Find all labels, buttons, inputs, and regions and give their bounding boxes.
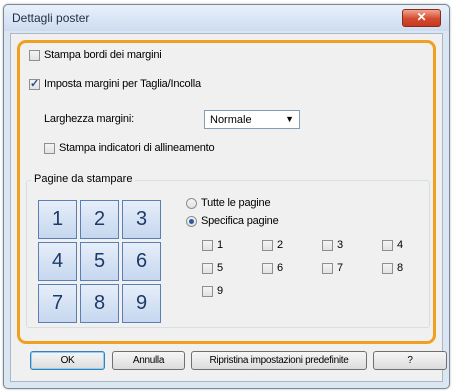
page-checkbox[interactable]	[262, 262, 273, 274]
page-checkbox-2[interactable]: 2	[262, 239, 283, 251]
margin-width-row: Larghezza margini:	[44, 113, 134, 125]
page-cell: 4	[38, 242, 77, 281]
page-checkbox-label: 5	[217, 262, 223, 274]
ok-button[interactable]: OK	[30, 351, 105, 370]
page-checkbox[interactable]	[382, 262, 393, 274]
page-cell: 1	[38, 200, 77, 239]
page-checkbox-6[interactable]: 6	[262, 262, 283, 274]
dialog-body: Stampa bordi dei margini Imposta margini…	[10, 33, 447, 382]
page-checkbox[interactable]	[262, 239, 273, 251]
page-checkbox[interactable]	[382, 239, 393, 251]
set-margins-checkbox[interactable]	[29, 77, 40, 90]
page-checkbox[interactable]	[202, 239, 213, 251]
page-checkbox-label: 7	[337, 262, 343, 274]
title-bar: Dettagli poster ✕	[4, 5, 449, 31]
page-cell: 8	[80, 284, 119, 323]
radio-specific-pages-label: Specifica pagine	[201, 215, 279, 227]
page-checkbox-label: 6	[277, 262, 283, 274]
page-checkbox-label: 3	[337, 239, 343, 251]
chevron-down-icon: ▼	[285, 114, 294, 124]
page-checkbox[interactable]	[322, 262, 333, 274]
alignment-label: Stampa indicatori di allineamento	[59, 142, 215, 154]
cancel-button[interactable]: Annulla	[112, 351, 185, 370]
dialog-title: Dettagli poster	[12, 11, 90, 25]
margin-width-select[interactable]: Normale ▼	[204, 110, 300, 129]
poster-details-dialog: Dettagli poster ✕ Stampa bordi dei margi…	[3, 4, 450, 389]
radio-all-pages-label: Tutte le pagine	[201, 197, 271, 209]
set-margins-label: Imposta margini per Taglia/Incolla	[44, 78, 201, 90]
page-cell: 9	[122, 284, 161, 323]
radio-specific-pages-button[interactable]	[186, 215, 197, 227]
page-checkbox-label: 8	[397, 262, 403, 274]
page-cell: 5	[80, 242, 119, 281]
print-border-label: Stampa bordi dei margini	[44, 49, 162, 61]
page-cell: 6	[122, 242, 161, 281]
help-button[interactable]: ?	[373, 351, 447, 370]
radio-specific-pages[interactable]: Specifica pagine	[186, 215, 279, 227]
page-checkbox-9[interactable]: 9	[202, 285, 223, 297]
close-button[interactable]: ✕	[402, 9, 441, 27]
restore-defaults-button[interactable]: Ripristina impostazioni predefinite	[191, 351, 367, 370]
page-grid: 1 2 3 4 5 6 7 8 9	[38, 200, 162, 325]
alignment-option[interactable]: Stampa indicatori di allineamento	[44, 142, 215, 154]
page-checkbox-7[interactable]: 7	[322, 262, 343, 274]
page-checkbox-5[interactable]: 5	[202, 262, 223, 274]
margin-width-label: Larghezza margini:	[44, 113, 134, 125]
page-cell: 2	[80, 200, 119, 239]
page-checkbox-3[interactable]: 3	[322, 239, 343, 251]
page-checkbox-1[interactable]: 1	[202, 239, 223, 251]
radio-all-pages-button[interactable]	[186, 197, 197, 209]
set-margins-option[interactable]: Imposta margini per Taglia/Incolla	[29, 77, 201, 90]
margin-width-value: Normale	[210, 114, 252, 126]
radio-all-pages[interactable]: Tutte le pagine	[186, 197, 271, 209]
pages-group-label: Pagine da stampare	[31, 173, 136, 185]
page-checkbox-label: 4	[397, 239, 403, 251]
page-checkbox-8[interactable]: 8	[382, 262, 403, 274]
page-checkbox-4[interactable]: 4	[382, 239, 403, 251]
page-checkbox[interactable]	[202, 285, 213, 297]
page-checkbox[interactable]	[322, 239, 333, 251]
page-checkbox-label: 2	[277, 239, 283, 251]
page-checkbox-label: 1	[217, 239, 223, 251]
print-border-checkbox[interactable]	[29, 49, 40, 61]
close-icon: ✕	[416, 10, 427, 24]
alignment-checkbox[interactable]	[44, 142, 55, 154]
page-cell: 3	[122, 200, 161, 239]
page-cell: 7	[38, 284, 77, 323]
page-checkbox[interactable]	[202, 262, 213, 274]
print-border-option[interactable]: Stampa bordi dei margini	[29, 49, 162, 61]
page-checkbox-label: 9	[217, 285, 223, 297]
